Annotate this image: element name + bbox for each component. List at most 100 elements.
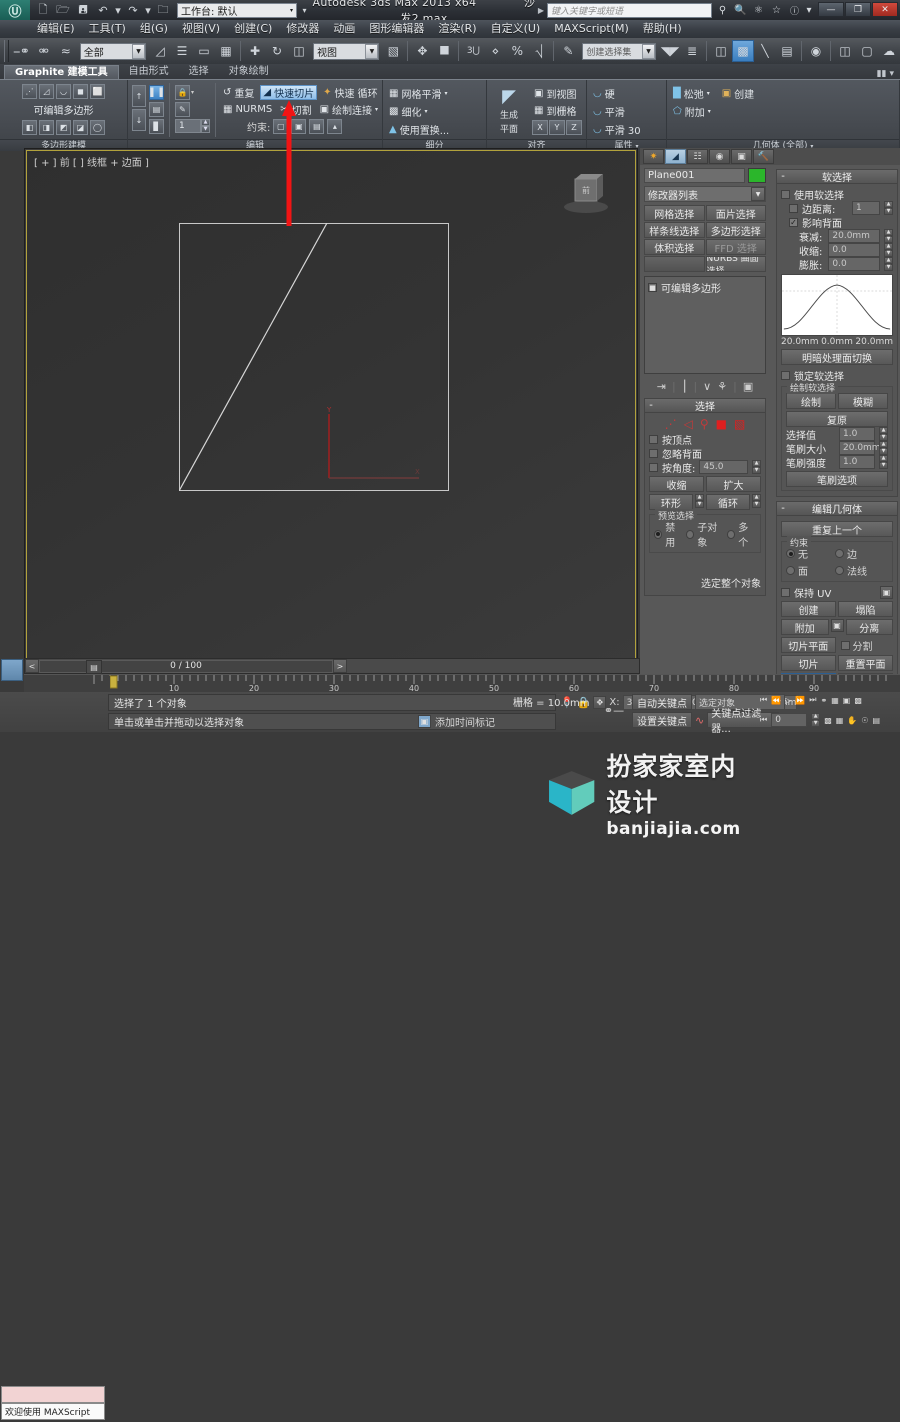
mesh-select-button[interactable]: 网格选择 — [644, 205, 705, 221]
brush-strength-spinner-icon[interactable]: ▲ ▼ — [879, 455, 888, 469]
tessellate-button[interactable]: ▩ 细化 ▾ — [387, 104, 429, 119]
ignore-backfacing-checkbox[interactable] — [649, 448, 658, 458]
menu-tools[interactable]: 工具(T) — [82, 20, 133, 38]
window-crossing-icon[interactable]: ▦ — [215, 40, 237, 62]
constraint-normal-radio[interactable] — [835, 566, 844, 575]
configure-modifier-sets-icon[interactable]: ▣ — [743, 380, 753, 393]
swift-loop-up-icon[interactable]: ↑ — [132, 85, 146, 107]
smooth-30-button[interactable]: ◡ 平滑 30 — [591, 122, 643, 137]
blur-button[interactable]: 模糊 — [838, 393, 888, 409]
selection-value-spinner-icon[interactable]: ▲ ▼ — [879, 427, 888, 441]
falloff-spinner-icon[interactable]: ▲ ▼ — [884, 229, 893, 243]
help-dropdown-icon[interactable]: ▾ — [805, 3, 813, 18]
align-to-view-button[interactable]: ▣ 到视图 — [532, 86, 582, 101]
ffd-select-button[interactable]: FFD 选择 — [705, 239, 766, 255]
ribbon-tab-freeform[interactable]: 自由形式 — [119, 65, 179, 79]
attach-ribbon-button[interactable]: ⬠ 附加 ▾ — [671, 104, 713, 119]
redo-dropdown-icon[interactable]: ▾ — [144, 2, 152, 19]
spinner-snap-toggle-icon[interactable]: ⎷ — [528, 40, 550, 62]
chevron-down-icon[interactable]: ▾ — [191, 89, 194, 96]
menu-maxscript[interactable]: MAXScript(M) — [547, 20, 636, 38]
preserve-uv-icon[interactable]: ◪ — [73, 120, 88, 135]
by-angle-row[interactable]: 按角度: 45.0 ▲ ▼ — [649, 460, 761, 475]
time-slider-handle[interactable]: 0 / 100 — [39, 659, 333, 673]
modify-tab[interactable]: ◢ — [665, 149, 686, 164]
magnifier-icon[interactable]: 🔍 — [733, 3, 748, 18]
maximize-button[interactable]: ❐ — [845, 2, 871, 17]
frame-spinner-icon[interactable]: ▲ ▼ — [811, 713, 821, 727]
expand-icon[interactable]: ■ — [648, 283, 657, 292]
brush-size-field[interactable]: 20.0mm — [839, 441, 881, 455]
align-z-button[interactable]: Z — [566, 120, 582, 135]
poly-select-button[interactable]: 多边形选择 — [705, 222, 766, 238]
mirror-icon[interactable]: ◥◤ — [659, 40, 681, 62]
angle-snap-toggle-icon[interactable]: ⋄ — [484, 40, 506, 62]
patch-select-button[interactable]: 面片选择 — [705, 205, 766, 221]
swift-loop-button[interactable]: ▣ 绘制连接 ▾ — [318, 102, 380, 117]
maxscript-listener[interactable]: 欢迎使用 MAXScript — [1, 1386, 105, 1422]
menu-graph-editors[interactable]: 图形编辑器 — [362, 20, 431, 38]
element-icon[interactable]: ▧ — [734, 417, 745, 431]
revert-button[interactable]: 复原 — [786, 411, 888, 427]
chevron-down-icon[interactable]: ▾ — [444, 90, 447, 97]
preserve-uv-checkbox[interactable] — [781, 587, 790, 597]
menu-animation[interactable]: 动画 — [326, 20, 362, 38]
ring-button[interactable]: 环形 — [649, 494, 693, 510]
graphite-modeling-toggle-icon[interactable]: ▩ — [732, 40, 754, 62]
open-file-icon[interactable]: 🗁 — [54, 2, 72, 19]
quick-slice-ribbon-button[interactable]: ◢ 快速切片 — [260, 85, 318, 100]
edge-distance-spinner-icon[interactable]: ▲ ▼ — [884, 201, 893, 215]
view-cube[interactable]: 前 — [559, 169, 613, 215]
ribbon-tab-object-paint[interactable]: 对象绘制 — [219, 65, 279, 79]
key-filter-icon[interactable]: ∿ — [695, 714, 704, 727]
by-vertex-row[interactable]: 按顶点 — [649, 432, 761, 447]
zoom-extents-all-icon[interactable]: ▩ — [854, 696, 862, 705]
edit-mode-1-icon[interactable]: ▌▐ — [149, 85, 164, 100]
element-subobject-icon[interactable]: ⬜ — [90, 84, 105, 99]
collapse-icon[interactable]: - — [777, 503, 789, 514]
affect-backfacing-row[interactable]: ✓ 影响背面 — [781, 215, 893, 230]
border-subobject-icon[interactable]: ◡ — [56, 84, 71, 99]
brush-strength-field[interactable]: 1.0 — [839, 455, 875, 469]
brush-options-button[interactable]: 笔刷选项 — [786, 471, 888, 487]
goto-key-icon[interactable]: ⏮ — [760, 715, 767, 725]
pinch-spinner-icon[interactable]: ▲ ▼ — [884, 243, 893, 257]
select-and-rotate-icon[interactable]: ↻ — [266, 40, 288, 62]
search-input[interactable]: 键入关键字或短语 — [547, 2, 712, 18]
material-editor-icon[interactable]: ◉ — [805, 40, 827, 62]
menu-create[interactable]: 创建(C) — [227, 20, 279, 38]
current-frame-field[interactable]: 0 — [771, 713, 808, 727]
align-y-button[interactable]: Y — [549, 120, 565, 135]
preview-subobject-radio[interactable] — [686, 529, 695, 539]
edge-distance-row[interactable]: 边距离: 1 ▲ ▼ — [781, 201, 893, 216]
repeat-last-button[interactable]: 重复上一个 — [781, 521, 893, 537]
constraint-edge-radio[interactable] — [835, 549, 844, 558]
constraint-face-icon[interactable]: ▤ — [309, 119, 325, 134]
save-file-icon[interactable]: 🖪 — [74, 2, 92, 19]
menu-help[interactable]: 帮助(H) — [636, 20, 689, 38]
set-key-button[interactable]: 设置关键点 — [632, 712, 692, 728]
edge-subobject-icon[interactable]: ◿ — [39, 84, 54, 99]
select-by-name-icon[interactable]: ☰ — [171, 40, 193, 62]
workspace-combo[interactable]: 工作台: 默认 ▾ — [177, 2, 297, 18]
hierarchy-tab[interactable]: ☷ — [687, 149, 708, 164]
add-time-tag-label[interactable]: 添加时间标记 — [435, 714, 495, 729]
slice-button[interactable]: 切片 — [781, 655, 836, 671]
grow-button[interactable]: 扩大 — [706, 476, 761, 492]
stack-entry-editable-poly[interactable]: ■ 可编辑多边形 — [648, 280, 762, 295]
paint-button[interactable]: 绘制 — [786, 393, 836, 409]
maximize-viewport-icon[interactable]: ▤ — [872, 716, 880, 725]
animation-key-icon[interactable]: ⚭— — [600, 696, 628, 724]
zoom-extents-icon[interactable]: ▣ — [843, 696, 851, 705]
search-expand-icon[interactable]: ▶ — [538, 6, 544, 15]
collapse-stack-icon[interactable]: ◧ — [22, 120, 37, 135]
remove-modifier-icon[interactable]: ⚘ — [717, 380, 727, 393]
selection-filter-combo[interactable]: 全部 ▼ — [79, 42, 147, 60]
align-icon[interactable]: ≣ — [681, 40, 703, 62]
edit-named-selection-icon[interactable]: ✎ — [557, 40, 579, 62]
utilities-tab[interactable]: 🔨 — [753, 149, 774, 164]
percent-snap-toggle-icon[interactable]: % — [506, 40, 528, 62]
chevron-down-icon[interactable]: ▼ — [642, 43, 655, 59]
display-tab[interactable]: ▣ — [731, 149, 752, 164]
preview-multiple-radio[interactable] — [726, 529, 736, 539]
